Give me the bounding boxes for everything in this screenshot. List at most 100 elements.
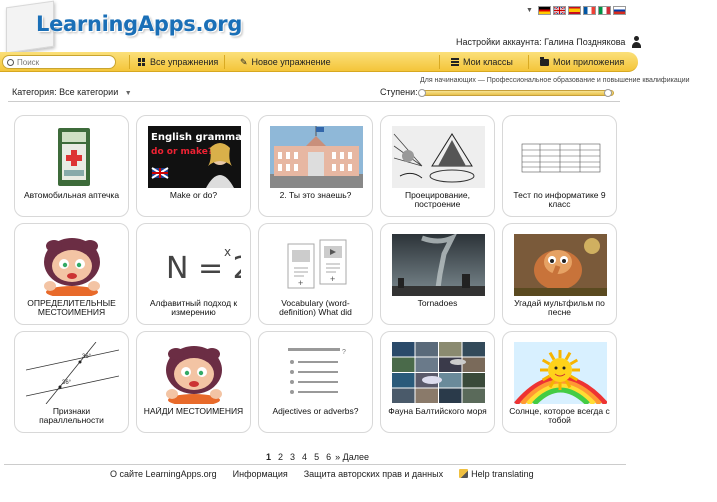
app-thumbnail[interactable] bbox=[392, 234, 485, 296]
levels-slider[interactable] bbox=[418, 89, 614, 97]
app-title[interactable]: Алфавитный подход к измерению bbox=[143, 299, 244, 319]
slider-track[interactable] bbox=[418, 90, 614, 96]
category-label: Категория: bbox=[12, 87, 57, 97]
app-thumbnail[interactable] bbox=[148, 342, 241, 404]
footer-divider bbox=[4, 464, 626, 465]
category-value[interactable]: Все категории bbox=[59, 87, 118, 97]
grammar-line2: do or make? bbox=[151, 147, 213, 157]
app-card[interactable]: Tornadoes bbox=[380, 223, 495, 325]
grammar-line1: English grammar bbox=[151, 132, 241, 143]
app-thumbnail[interactable] bbox=[392, 342, 485, 404]
app-thumbnail[interactable] bbox=[26, 234, 119, 296]
svg-text:x: x bbox=[224, 245, 231, 259]
app-thumbnail[interactable]: + + bbox=[270, 234, 363, 296]
footer-copyright-link[interactable]: Защита авторских прав и данных bbox=[304, 469, 443, 479]
app-card[interactable]: Фауна Балтийского моря bbox=[380, 331, 495, 433]
all-exercises-label: Все упражнения bbox=[150, 57, 219, 67]
footer: О сайте LearningApps.org Информация Защи… bbox=[110, 469, 534, 479]
user-name[interactable]: Галина Позднякова bbox=[544, 37, 625, 47]
app-card[interactable]: ? Adjectives or adverbs? bbox=[258, 331, 373, 433]
app-title[interactable]: Тест по информатике 9 класс bbox=[509, 191, 610, 211]
app-title[interactable]: Проецирование, построение bbox=[387, 191, 488, 211]
app-title[interactable]: НАЙДИ МЕСТОИМЕНИЯ bbox=[143, 407, 244, 427]
flag-es-icon[interactable] bbox=[567, 6, 581, 15]
flag-en-icon[interactable] bbox=[552, 6, 566, 15]
flag-de-icon[interactable] bbox=[537, 6, 551, 15]
app-card[interactable]: ОПРЕДЕЛИТЕЛЬНЫЕ МЕСТОИМЕНИЯ bbox=[14, 223, 129, 325]
app-card[interactable]: + + Vocabulary (word-definition) What did bbox=[258, 223, 373, 325]
app-thumbnail[interactable]: 36° 36° bbox=[26, 342, 119, 404]
app-card[interactable]: N = 2x Алфавитный подход к измерению bbox=[136, 223, 251, 325]
app-title[interactable]: Признаки параллельности bbox=[21, 407, 122, 427]
app-title[interactable]: Автомобильная аптечка bbox=[21, 191, 122, 211]
app-title[interactable]: Adjectives or adverbs? bbox=[265, 407, 366, 427]
app-thumbnail[interactable] bbox=[26, 126, 119, 188]
account-settings[interactable]: Настройки аккаунта: Галина Позднякова bbox=[456, 36, 642, 48]
all-exercises-button[interactable]: Все упражнения bbox=[138, 56, 218, 68]
page-link[interactable]: 3 bbox=[290, 452, 295, 462]
app-card[interactable]: Солнце, которое всегда с тобой bbox=[502, 331, 617, 433]
app-thumbnail[interactable]: N = 2x bbox=[148, 234, 241, 296]
app-thumbnail[interactable]: English grammar do or make? bbox=[148, 126, 241, 188]
account-label: Настройки аккаунта: bbox=[456, 37, 542, 47]
svg-text:?: ? bbox=[342, 349, 346, 356]
slider-max-handle[interactable] bbox=[604, 89, 612, 97]
search-box[interactable] bbox=[2, 55, 116, 69]
user-icon[interactable] bbox=[631, 36, 642, 48]
app-thumbnail[interactable] bbox=[392, 126, 485, 188]
app-card[interactable]: English grammar do or make? Make or do? bbox=[136, 115, 251, 217]
footer-about-link[interactable]: О сайте LearningApps.org bbox=[110, 469, 217, 479]
app-title[interactable]: Tornadoes bbox=[387, 299, 488, 319]
slider-min-handle[interactable] bbox=[418, 89, 426, 97]
svg-text:36°: 36° bbox=[82, 354, 92, 360]
page-link-current[interactable]: 1 bbox=[266, 452, 271, 462]
app-title[interactable]: Фауна Балтийского моря bbox=[387, 407, 488, 427]
nav-divider bbox=[129, 55, 130, 69]
footer-help-translating-link[interactable]: Help translating bbox=[459, 469, 534, 479]
my-classes-button[interactable]: Мои классы bbox=[451, 56, 513, 68]
flag-it-icon[interactable] bbox=[597, 6, 611, 15]
app-card[interactable]: Проецирование, построение bbox=[380, 115, 495, 217]
app-card[interactable]: Угадай мультфильм по песне bbox=[502, 223, 617, 325]
app-thumbnail[interactable] bbox=[514, 234, 607, 296]
app-thumbnail[interactable] bbox=[270, 126, 363, 188]
app-title[interactable]: Солнце, которое всегда с тобой bbox=[509, 407, 610, 427]
new-exercise-button[interactable]: ✎ Новое упражнение bbox=[240, 56, 331, 68]
logo-text: LearningApps.org bbox=[36, 12, 243, 36]
chevron-down-icon[interactable]: ▼ bbox=[125, 90, 132, 97]
app-title[interactable]: ОПРЕДЕЛИТЕЛЬНЫЕ МЕСТОИМЕНИЯ bbox=[21, 299, 122, 319]
folder-icon bbox=[540, 56, 549, 66]
category-filter[interactable]: Категория: Все категории ▼ bbox=[12, 87, 132, 97]
app-card[interactable]: 2. Ты это знаешь? bbox=[258, 115, 373, 217]
page-link[interactable]: 4 bbox=[302, 452, 307, 462]
app-title[interactable]: 2. Ты это знаешь? bbox=[265, 191, 366, 211]
next-page-link[interactable]: » Далее bbox=[335, 452, 369, 462]
list-icon bbox=[451, 58, 459, 66]
site-logo[interactable]: LearningApps.org bbox=[4, 0, 242, 56]
my-apps-button[interactable]: Мои приложения bbox=[540, 56, 624, 68]
nav-divider bbox=[224, 55, 225, 69]
svg-text:36°: 36° bbox=[62, 380, 72, 386]
svg-text:+: + bbox=[298, 278, 303, 288]
levels-label: Ступени: bbox=[380, 87, 418, 97]
language-caret-icon[interactable]: ▼ bbox=[526, 7, 533, 14]
app-card[interactable]: НАЙДИ МЕСТОИМЕНИЯ bbox=[136, 331, 251, 433]
app-thumbnail[interactable] bbox=[514, 126, 607, 188]
pagination: 1 2 3 4 5 6 » Далее bbox=[266, 452, 369, 462]
flag-ru-icon[interactable] bbox=[612, 6, 626, 15]
app-card[interactable]: Тест по информатике 9 класс bbox=[502, 115, 617, 217]
app-title[interactable]: Угадай мультфильм по песне bbox=[509, 299, 610, 319]
page-link[interactable]: 2 bbox=[278, 452, 283, 462]
search-input[interactable] bbox=[17, 57, 112, 67]
app-thumbnail[interactable]: ? bbox=[270, 342, 363, 404]
app-title[interactable]: Make or do? bbox=[143, 191, 244, 211]
app-card[interactable]: 36° 36° Признаки параллельности bbox=[14, 331, 129, 433]
app-title[interactable]: Vocabulary (word-definition) What did bbox=[265, 299, 366, 319]
page-link[interactable]: 5 bbox=[314, 452, 319, 462]
app-thumbnail[interactable] bbox=[514, 342, 607, 404]
footer-info-link[interactable]: Информация bbox=[233, 469, 288, 479]
flag-fr-icon[interactable] bbox=[582, 6, 596, 15]
app-card[interactable]: Автомобильная аптечка bbox=[14, 115, 129, 217]
page-link[interactable]: 6 bbox=[326, 452, 331, 462]
new-exercise-label: Новое упражнение bbox=[251, 57, 331, 67]
